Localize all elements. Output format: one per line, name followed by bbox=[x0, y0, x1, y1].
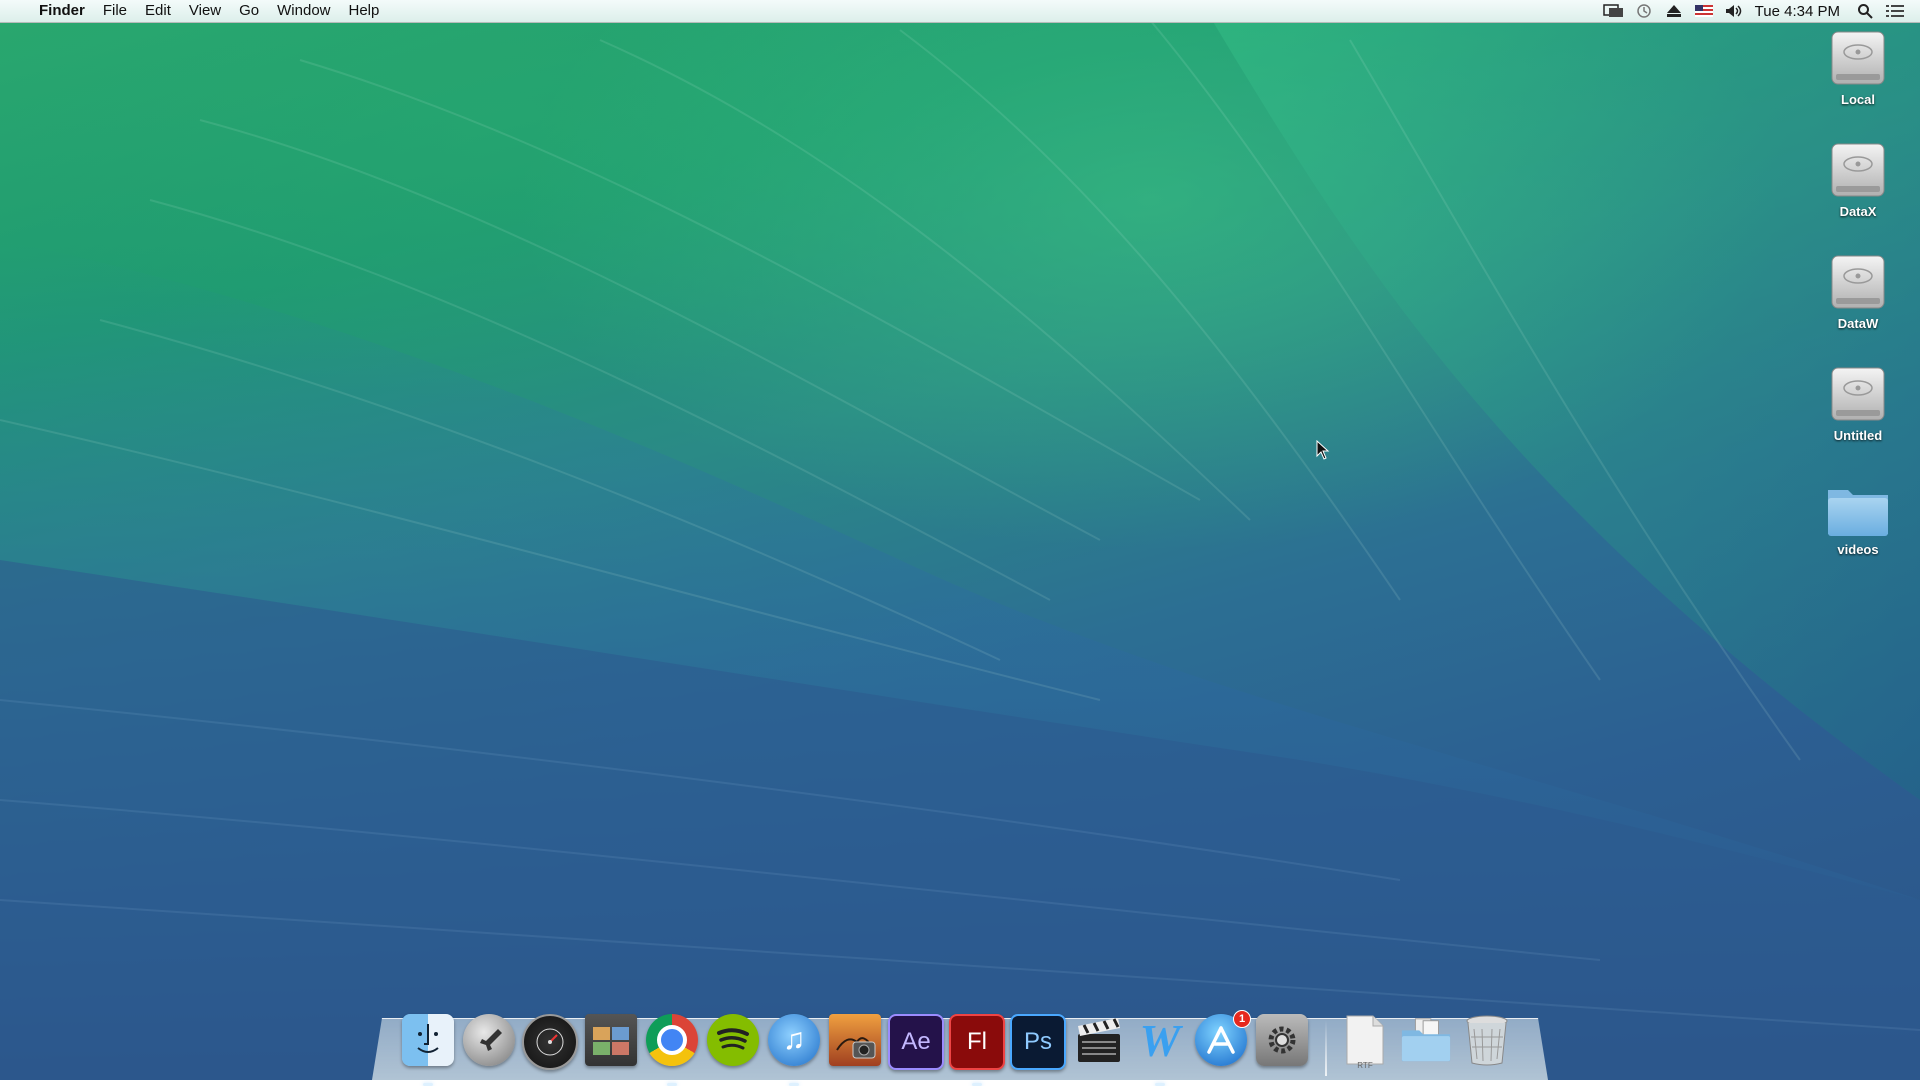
menu-edit[interactable]: Edit bbox=[136, 0, 180, 22]
after-effects-icon: Ae bbox=[888, 1014, 944, 1070]
dock-trash[interactable] bbox=[1459, 1014, 1515, 1076]
search-icon[interactable] bbox=[1850, 0, 1880, 22]
desktop-folder-videos[interactable]: videos bbox=[1808, 484, 1908, 557]
menu-help[interactable]: Help bbox=[340, 0, 389, 22]
display-mirroring-icon[interactable] bbox=[1599, 0, 1629, 22]
desktop-item-label: DataX bbox=[1839, 204, 1877, 219]
desktop[interactable] bbox=[0, 0, 1920, 1080]
folder-icon bbox=[1828, 490, 1888, 536]
menu-view[interactable]: View bbox=[180, 0, 230, 22]
desktop-drive-untitled[interactable]: Untitled bbox=[1808, 364, 1908, 443]
hard-drive-icon bbox=[1831, 31, 1885, 85]
dock-app-store[interactable]: 1 bbox=[1193, 1010, 1251, 1076]
dock-word[interactable]: W bbox=[1132, 1014, 1188, 1086]
desktop-item-label: videos bbox=[1837, 542, 1879, 557]
dock-spotify[interactable] bbox=[705, 1014, 761, 1076]
dock-document[interactable]: RTF bbox=[1337, 1014, 1393, 1076]
dock-system-preferences[interactable] bbox=[1254, 1014, 1310, 1076]
dock-dashboard[interactable] bbox=[522, 1014, 578, 1076]
desktop-drive-dataw[interactable]: DataW bbox=[1808, 252, 1908, 331]
dock-photoshop[interactable]: Ps bbox=[1010, 1014, 1066, 1076]
photoshop-icon: Ps bbox=[1010, 1014, 1066, 1070]
dashboard-icon bbox=[522, 1014, 578, 1070]
menu-app-name[interactable]: Finder bbox=[30, 0, 94, 22]
menu-clock[interactable]: Tue 4:34 PM bbox=[1749, 3, 1850, 20]
list-icon[interactable] bbox=[1880, 0, 1910, 22]
menu-go[interactable]: Go bbox=[230, 0, 268, 22]
dock-after-effects[interactable]: Ae bbox=[888, 1014, 944, 1076]
itunes-icon: ♫ bbox=[768, 1014, 820, 1066]
notification-badge: 1 bbox=[1233, 1010, 1251, 1028]
dock-downloads-stack[interactable] bbox=[1398, 1014, 1454, 1076]
us-flag-icon[interactable] bbox=[1689, 0, 1719, 22]
desktop-drive-datax[interactable]: DataX bbox=[1808, 140, 1908, 219]
desktop-item-label: DataW bbox=[1837, 316, 1879, 331]
spotify-icon bbox=[707, 1014, 759, 1066]
wallpaper-wave bbox=[0, 0, 1920, 1080]
dock-chrome[interactable] bbox=[644, 1014, 700, 1086]
clapperboard-icon bbox=[1073, 1014, 1125, 1066]
time-machine-icon[interactable] bbox=[1629, 0, 1659, 22]
dock-launchpad[interactable] bbox=[461, 1014, 517, 1076]
preview-icon bbox=[585, 1014, 637, 1066]
gear-icon bbox=[1256, 1014, 1308, 1066]
folder-stack-icon bbox=[1400, 1014, 1452, 1066]
volume-icon[interactable] bbox=[1719, 0, 1749, 22]
rtf-label: RTF bbox=[1357, 1061, 1373, 1070]
hard-drive-icon bbox=[1831, 367, 1885, 421]
hard-drive-icon bbox=[1831, 143, 1885, 197]
word-icon: W bbox=[1139, 1014, 1181, 1066]
rocket-icon bbox=[463, 1014, 515, 1066]
flash-icon: Fl bbox=[949, 1014, 1005, 1070]
dock-iphoto[interactable] bbox=[827, 1014, 883, 1076]
menu-bar: Finder File Edit View Go Window Help Tue… bbox=[0, 0, 1920, 23]
rtf-document-icon: RTF bbox=[1339, 1014, 1391, 1070]
menu-file[interactable]: File bbox=[94, 0, 136, 22]
dock-itunes[interactable]: ♫ bbox=[766, 1014, 822, 1086]
hard-drive-icon bbox=[1831, 255, 1885, 309]
eject-icon[interactable] bbox=[1659, 0, 1689, 22]
dock-finder[interactable] bbox=[400, 1014, 456, 1086]
desktop-drive-local[interactable]: Local bbox=[1808, 28, 1908, 107]
dock-final-cut[interactable] bbox=[1071, 1014, 1127, 1076]
mouse-cursor-icon bbox=[1316, 440, 1330, 460]
menu-window[interactable]: Window bbox=[268, 0, 339, 22]
chrome-icon bbox=[646, 1014, 698, 1066]
desktop-item-label: Untitled bbox=[1833, 428, 1883, 443]
trash-icon bbox=[1461, 1014, 1513, 1066]
dock-flash[interactable]: Fl bbox=[949, 1014, 1005, 1086]
finder-icon bbox=[402, 1014, 454, 1066]
dock-separator bbox=[1325, 1020, 1327, 1076]
dock-preview[interactable] bbox=[583, 1014, 639, 1076]
dock: ♫ Ae Fl Ps W 1 RTF bbox=[400, 1000, 1530, 1086]
iphoto-icon bbox=[829, 1014, 881, 1066]
desktop-item-label: Local bbox=[1841, 92, 1875, 107]
